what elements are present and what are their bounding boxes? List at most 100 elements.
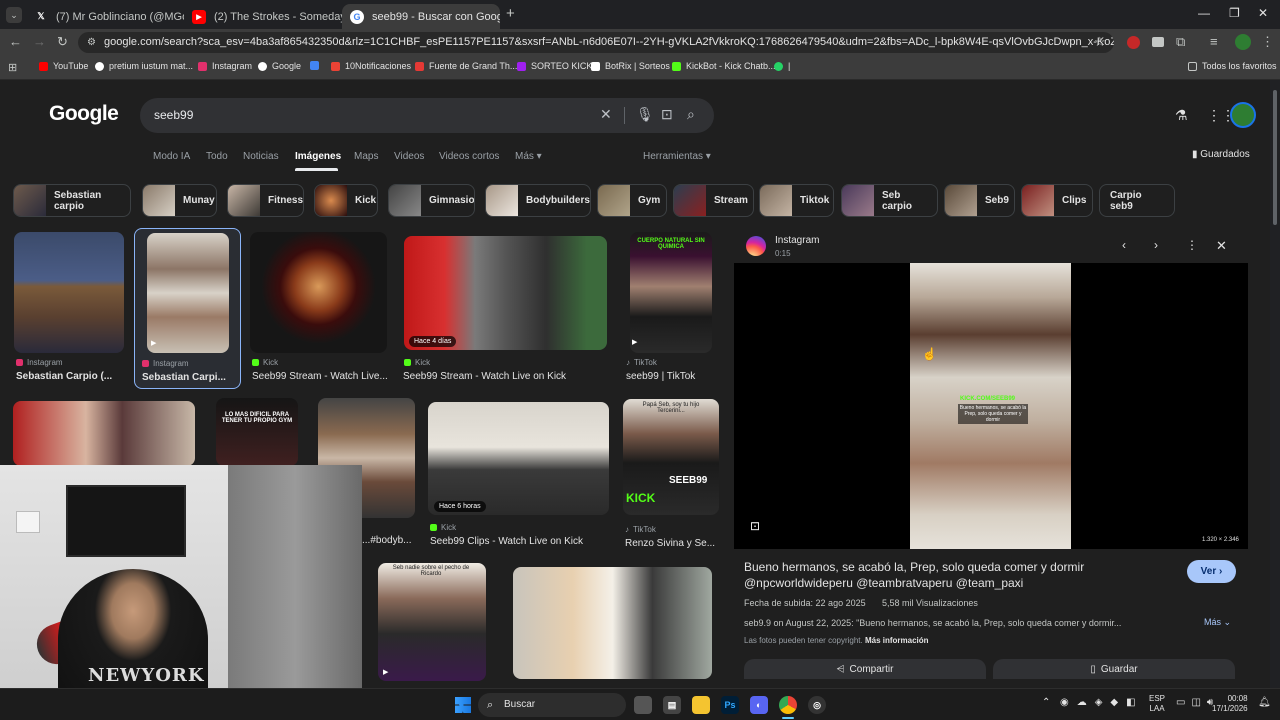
reload-icon[interactable]: ↻ bbox=[57, 34, 68, 50]
image-result[interactable]: CUERPO NATURAL SIN QUIMICA ▶ ♪ TikTok see… bbox=[624, 232, 720, 387]
site-info-icon[interactable]: ⚙ bbox=[87, 32, 96, 53]
chip-bodybuilders[interactable]: Bodybuilders bbox=[485, 184, 591, 217]
image-result[interactable]: Hace 6 horas Kick Seeb99 Clips - Watch L… bbox=[428, 401, 610, 551]
image-result[interactable]: Papá Seb, soy tu hijo Tercerini... SEEB9… bbox=[623, 399, 721, 554]
google-logo[interactable]: Google bbox=[49, 102, 119, 126]
task-view-icon[interactable] bbox=[634, 696, 652, 714]
clear-icon[interactable]: ✕ bbox=[600, 106, 612, 123]
menu-icon[interactable]: ⋮ bbox=[1261, 34, 1274, 50]
result-thumbnail[interactable] bbox=[428, 402, 609, 515]
panel-source[interactable]: Instagram bbox=[775, 235, 819, 246]
more-options-icon[interactable]: ⋮ bbox=[1186, 238, 1198, 252]
clock[interactable]: 00:08 17/1/2026 bbox=[1212, 694, 1248, 714]
bookmark-gemini[interactable] bbox=[310, 61, 324, 70]
chip-carpio-seb9[interactable]: Carpio seb9 bbox=[1099, 184, 1175, 217]
bookmark-google[interactable]: Google bbox=[258, 61, 301, 71]
more-info-link[interactable]: Más información bbox=[865, 636, 929, 645]
taskbar-search[interactable]: ⌕ Buscar bbox=[478, 693, 626, 717]
chrome-icon[interactable] bbox=[779, 696, 797, 714]
chip-seb9[interactable]: Seb9 bbox=[944, 184, 1015, 217]
tab-todo[interactable]: Todo bbox=[206, 151, 228, 162]
minimize-icon[interactable]: — bbox=[1198, 6, 1210, 20]
bookmark-youtube[interactable]: YouTube bbox=[39, 61, 88, 71]
chip-kick[interactable]: Kick bbox=[314, 184, 378, 217]
chip-gimnasio[interactable]: Gimnasio bbox=[388, 184, 475, 217]
result-title[interactable]: Renzo Sivina y Se... bbox=[625, 538, 721, 549]
chip-munay[interactable]: Munay bbox=[142, 184, 217, 217]
bookmark-instagram[interactable]: Instagram bbox=[198, 61, 252, 71]
all-favorites[interactable]: Todos los favoritos bbox=[1188, 61, 1277, 71]
bookmark-kickbot[interactable]: KickBot - Kick Chatb... bbox=[672, 61, 776, 71]
profile-avatar[interactable] bbox=[1235, 34, 1251, 50]
share-button[interactable]: ⩤ Compartir bbox=[744, 659, 986, 679]
result-title[interactable]: Seeb99 Stream - Watch Live on Kick bbox=[403, 371, 609, 382]
tab-google[interactable]: G seeb99 - Buscar con Google ✕ bbox=[342, 4, 500, 29]
address-bar[interactable]: ⚙ google.com/search?sca_esv=4ba3af865432… bbox=[78, 32, 1114, 53]
saved-button[interactable]: ▮ Guardados bbox=[1192, 149, 1250, 160]
forward-icon[interactable]: → bbox=[33, 34, 46, 49]
bookmark-sorteo-kick[interactable]: SORTEO KICK bbox=[517, 61, 592, 71]
tab-imagenes[interactable]: Imágenes bbox=[295, 151, 341, 162]
notifications-icon[interactable]: 🔔︎ bbox=[1258, 697, 1271, 708]
result-title[interactable]: Seeb99 Stream - Watch Live... bbox=[252, 371, 389, 382]
chip-tiktok[interactable]: Tiktok bbox=[759, 184, 834, 217]
image-result[interactable] bbox=[513, 567, 713, 682]
back-icon[interactable]: ← bbox=[9, 34, 22, 49]
previous-icon[interactable]: ‹ bbox=[1122, 238, 1126, 252]
result-thumbnail[interactable] bbox=[250, 232, 387, 353]
taskbar-app-icon[interactable]: ◎ bbox=[808, 696, 826, 714]
result-title[interactable]: ...#bodyb... bbox=[362, 535, 412, 546]
result-title[interactable]: Sebastian Carpio (... bbox=[16, 371, 126, 382]
next-icon[interactable]: › bbox=[1154, 238, 1158, 252]
extension-icon[interactable] bbox=[1127, 36, 1140, 49]
extension-icon[interactable] bbox=[1152, 37, 1164, 47]
result-title[interactable]: Seeb99 Clips - Watch Live on Kick bbox=[430, 536, 610, 547]
image-result[interactable]: Kick Seeb99 Stream - Watch Live... bbox=[250, 232, 390, 387]
search-icon[interactable]: ⌕ bbox=[687, 106, 695, 123]
image-result-selected[interactable]: ▶ Instagram Sebastian Carpi... bbox=[134, 228, 241, 389]
apps-icon[interactable]: ⊞ bbox=[8, 61, 17, 74]
file-explorer-icon[interactable] bbox=[692, 696, 710, 714]
chip-seb-carpio[interactable]: Seb carpio bbox=[841, 184, 938, 217]
panel-title[interactable]: Bueno hermanos, se acabó la, Prep, solo … bbox=[744, 559, 1129, 591]
result-thumbnail[interactable] bbox=[216, 398, 298, 466]
media-icon[interactable]: ≡ bbox=[1210, 34, 1218, 49]
tab-noticias[interactable]: Noticias bbox=[243, 151, 279, 162]
tab-search-icon[interactable]: ⌄ bbox=[6, 7, 22, 23]
bookmark-10notificaciones[interactable]: 10Notificaciones bbox=[331, 61, 411, 71]
close-panel-icon[interactable]: ✕ bbox=[1216, 238, 1227, 254]
result-thumbnail[interactable] bbox=[513, 567, 712, 679]
chip-fitness[interactable]: Fitness bbox=[227, 184, 304, 217]
account-avatar[interactable] bbox=[1230, 102, 1256, 128]
tab-videos[interactable]: Videos bbox=[394, 151, 424, 162]
more-button[interactable]: Más ⌄ bbox=[1204, 617, 1231, 628]
labs-icon[interactable]: ⚗ bbox=[1175, 107, 1188, 124]
result-thumbnail[interactable] bbox=[378, 563, 486, 681]
start-windows-icon[interactable] bbox=[455, 697, 471, 713]
photoshop-icon[interactable]: Ps bbox=[721, 696, 739, 714]
bookmark-grand-theft[interactable]: Fuente de Grand Th... bbox=[415, 61, 517, 71]
tab-modo-ia[interactable]: Modo IA bbox=[153, 151, 190, 162]
language-indicator[interactable]: ESP LAA bbox=[1149, 694, 1165, 714]
chip-stream[interactable]: Stream bbox=[673, 184, 754, 217]
new-tab-button[interactable]: + bbox=[506, 5, 515, 22]
tab-youtube[interactable]: ▶ (2) The Strokes - Someday (Offi ✕ bbox=[184, 4, 342, 29]
result-thumbnail[interactable] bbox=[404, 236, 607, 350]
lens-search-icon[interactable]: ⊡ bbox=[750, 519, 760, 533]
chip-gym[interactable]: Gym bbox=[597, 184, 667, 217]
tools-button[interactable]: Herramientas ▾ bbox=[643, 151, 711, 162]
tab-maps[interactable]: Maps bbox=[354, 151, 378, 162]
page-scrollbar[interactable] bbox=[1270, 80, 1280, 688]
discord-icon[interactable]: ◐ bbox=[750, 696, 768, 714]
bookmark-botrix[interactable]: BotRix | Sorteos bbox=[591, 61, 670, 71]
window-close-icon[interactable]: ✕ bbox=[1258, 6, 1268, 20]
extensions-puzzle-icon[interactable]: ⧉ bbox=[1176, 34, 1185, 50]
save-button[interactable]: ▯ Guardar bbox=[993, 659, 1235, 679]
bookmark-pretium[interactable]: pretium iustum mat... bbox=[95, 61, 193, 71]
result-title[interactable]: Sebastian Carpi... bbox=[142, 372, 237, 383]
result-thumbnail[interactable] bbox=[147, 233, 229, 353]
result-thumbnail[interactable] bbox=[13, 401, 195, 466]
tab-videos-cortos[interactable]: Videos cortos bbox=[439, 151, 499, 162]
result-title[interactable]: seeb99 | TikTok bbox=[626, 371, 720, 382]
bookmark-whatsapp[interactable]: | bbox=[774, 61, 790, 71]
